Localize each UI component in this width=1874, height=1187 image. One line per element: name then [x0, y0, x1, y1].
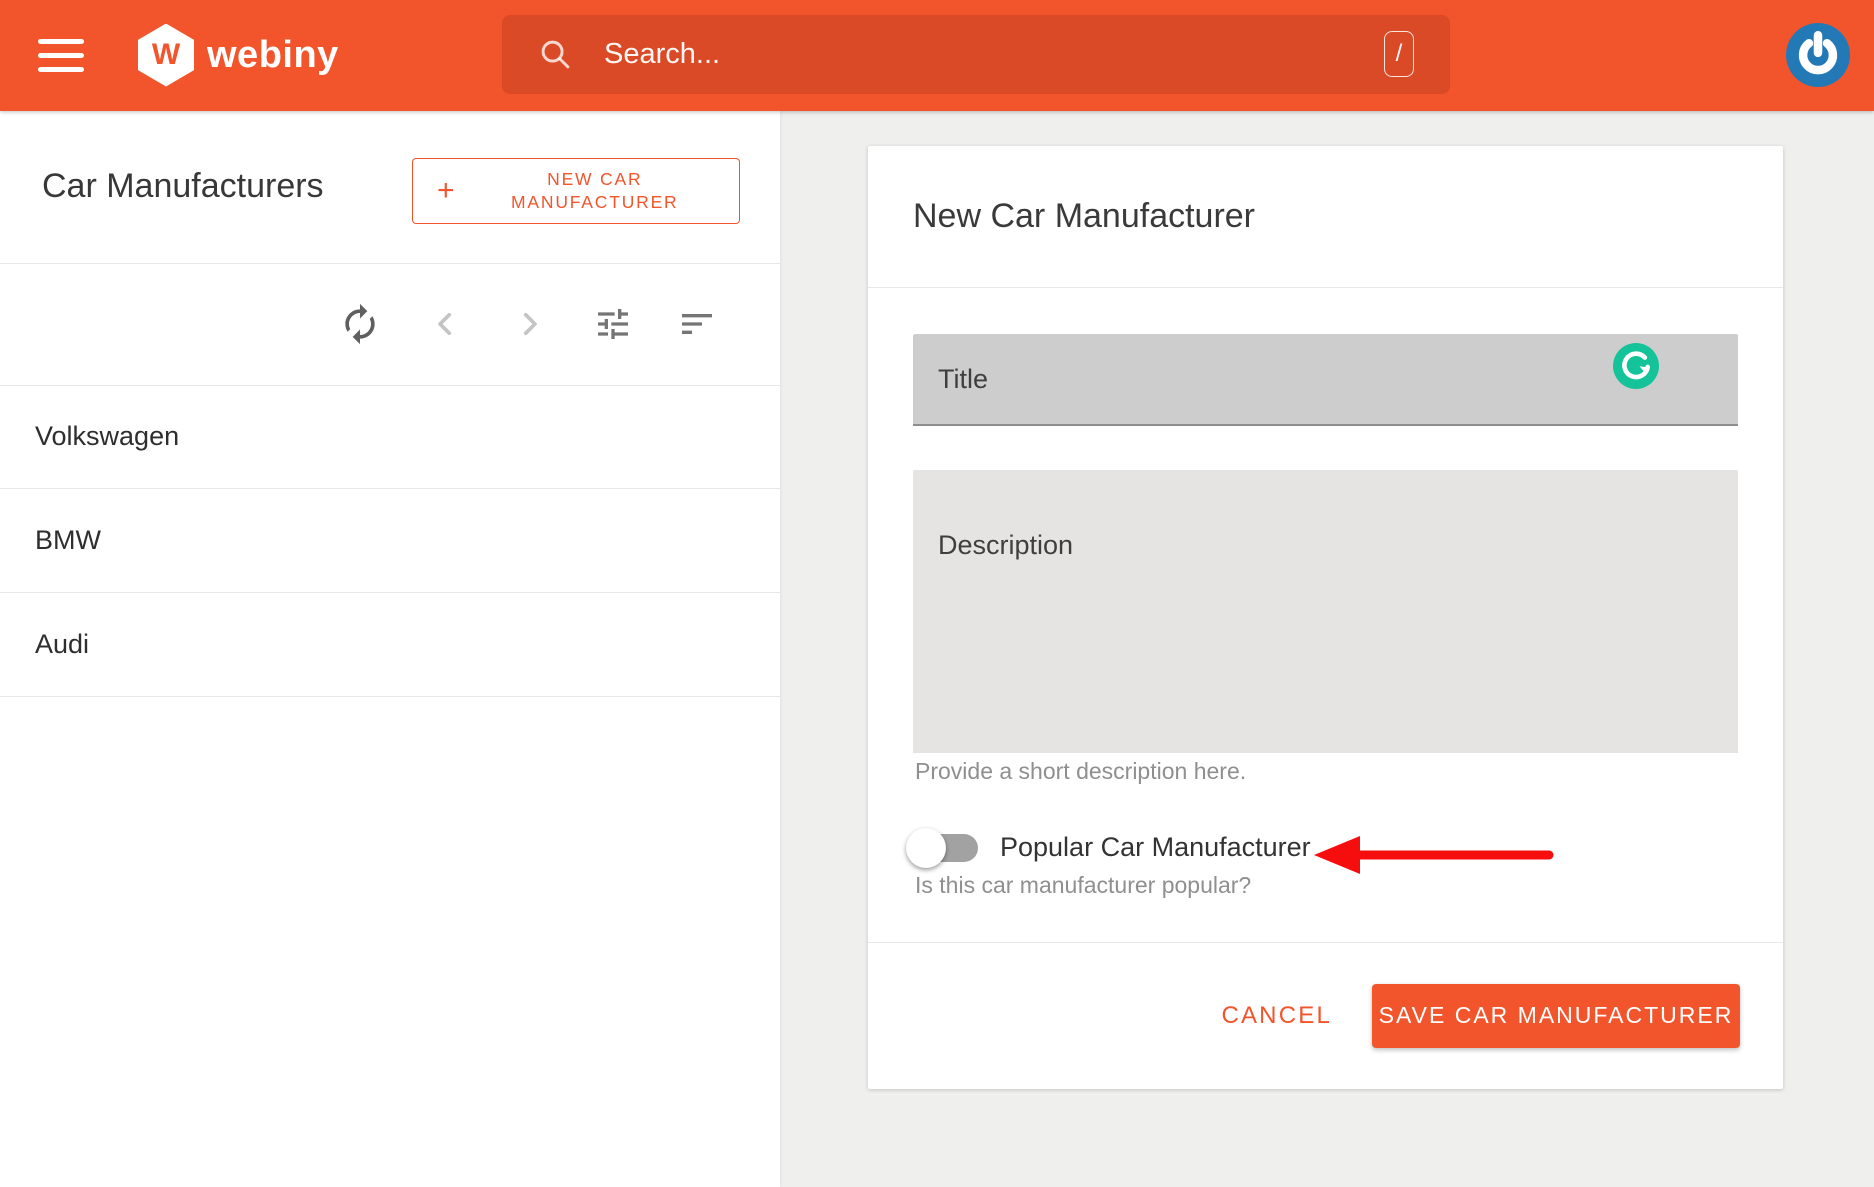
webiny-logo[interactable]: W webiny	[138, 23, 339, 87]
form-card-header: New Car Manufacturer	[868, 146, 1783, 288]
slash-shortcut-badge: /	[1384, 31, 1414, 77]
cancel-button[interactable]: CANCEL	[1207, 992, 1346, 1040]
user-avatar[interactable]	[1786, 23, 1850, 87]
popular-toggle[interactable]	[906, 826, 986, 870]
form-card: New Car Manufacturer Provide a short des…	[868, 146, 1783, 1089]
list-item[interactable]: Volkswagen	[0, 385, 780, 489]
filter-button[interactable]	[589, 300, 637, 348]
divider	[0, 263, 780, 264]
list-panel: Car Manufacturers + NEW CAR MANUFACTURER…	[0, 111, 780, 1187]
webiny-hexagon-icon: W	[138, 24, 194, 87]
logo-text: webiny	[207, 34, 339, 77]
gravatar-power-icon	[1786, 23, 1850, 87]
search-bar: /	[502, 15, 1450, 94]
form-title: New Car Manufacturer	[913, 197, 1255, 236]
popular-helper: Is this car manufacturer popular?	[915, 872, 1251, 899]
popular-toggle-label: Popular Car Manufacturer	[1000, 832, 1311, 863]
list-item-label: Volkswagen	[35, 421, 179, 452]
hamburger-icon	[38, 39, 84, 44]
grammarly-g-icon	[1613, 343, 1659, 389]
grammarly-button[interactable]	[1613, 343, 1659, 389]
sort-bars-icon	[677, 304, 717, 344]
menu-button[interactable]	[38, 39, 84, 72]
save-button[interactable]: SAVE CAR MANUFACTURER	[1372, 984, 1740, 1048]
refresh-icon	[338, 302, 382, 346]
toggle-thumb	[906, 828, 946, 868]
red-left-arrow	[1308, 831, 1558, 879]
sort-button[interactable]	[673, 300, 721, 348]
list-item-label: BMW	[35, 525, 101, 556]
description-helper: Provide a short description here.	[915, 758, 1246, 785]
list-item-label: Audi	[35, 629, 89, 660]
logo-monogram: W	[152, 38, 180, 72]
next-page-button[interactable]	[506, 300, 554, 348]
form-card-footer: CANCEL SAVE CAR MANUFACTURER	[868, 942, 1783, 1089]
list-item[interactable]: BMW	[0, 489, 780, 593]
page-title: Car Manufacturers	[42, 167, 324, 206]
new-button-label: NEW CAR MANUFACTURER	[465, 168, 725, 214]
new-car-manufacturer-button[interactable]: + NEW CAR MANUFACTURER	[412, 158, 740, 224]
chevron-right-icon	[513, 307, 547, 341]
search-input[interactable]	[502, 15, 1450, 94]
chevron-left-icon	[428, 307, 462, 341]
tune-sliders-icon	[593, 304, 633, 344]
refresh-button[interactable]	[336, 300, 384, 348]
top-app-bar: W webiny /	[0, 0, 1874, 111]
previous-page-button[interactable]	[421, 300, 469, 348]
plus-icon: +	[437, 174, 455, 208]
manufacturer-list: Volkswagen BMW Audi	[0, 385, 780, 697]
list-item[interactable]: Audi	[0, 593, 780, 697]
description-field	[913, 470, 1738, 753]
description-input[interactable]	[913, 470, 1738, 753]
